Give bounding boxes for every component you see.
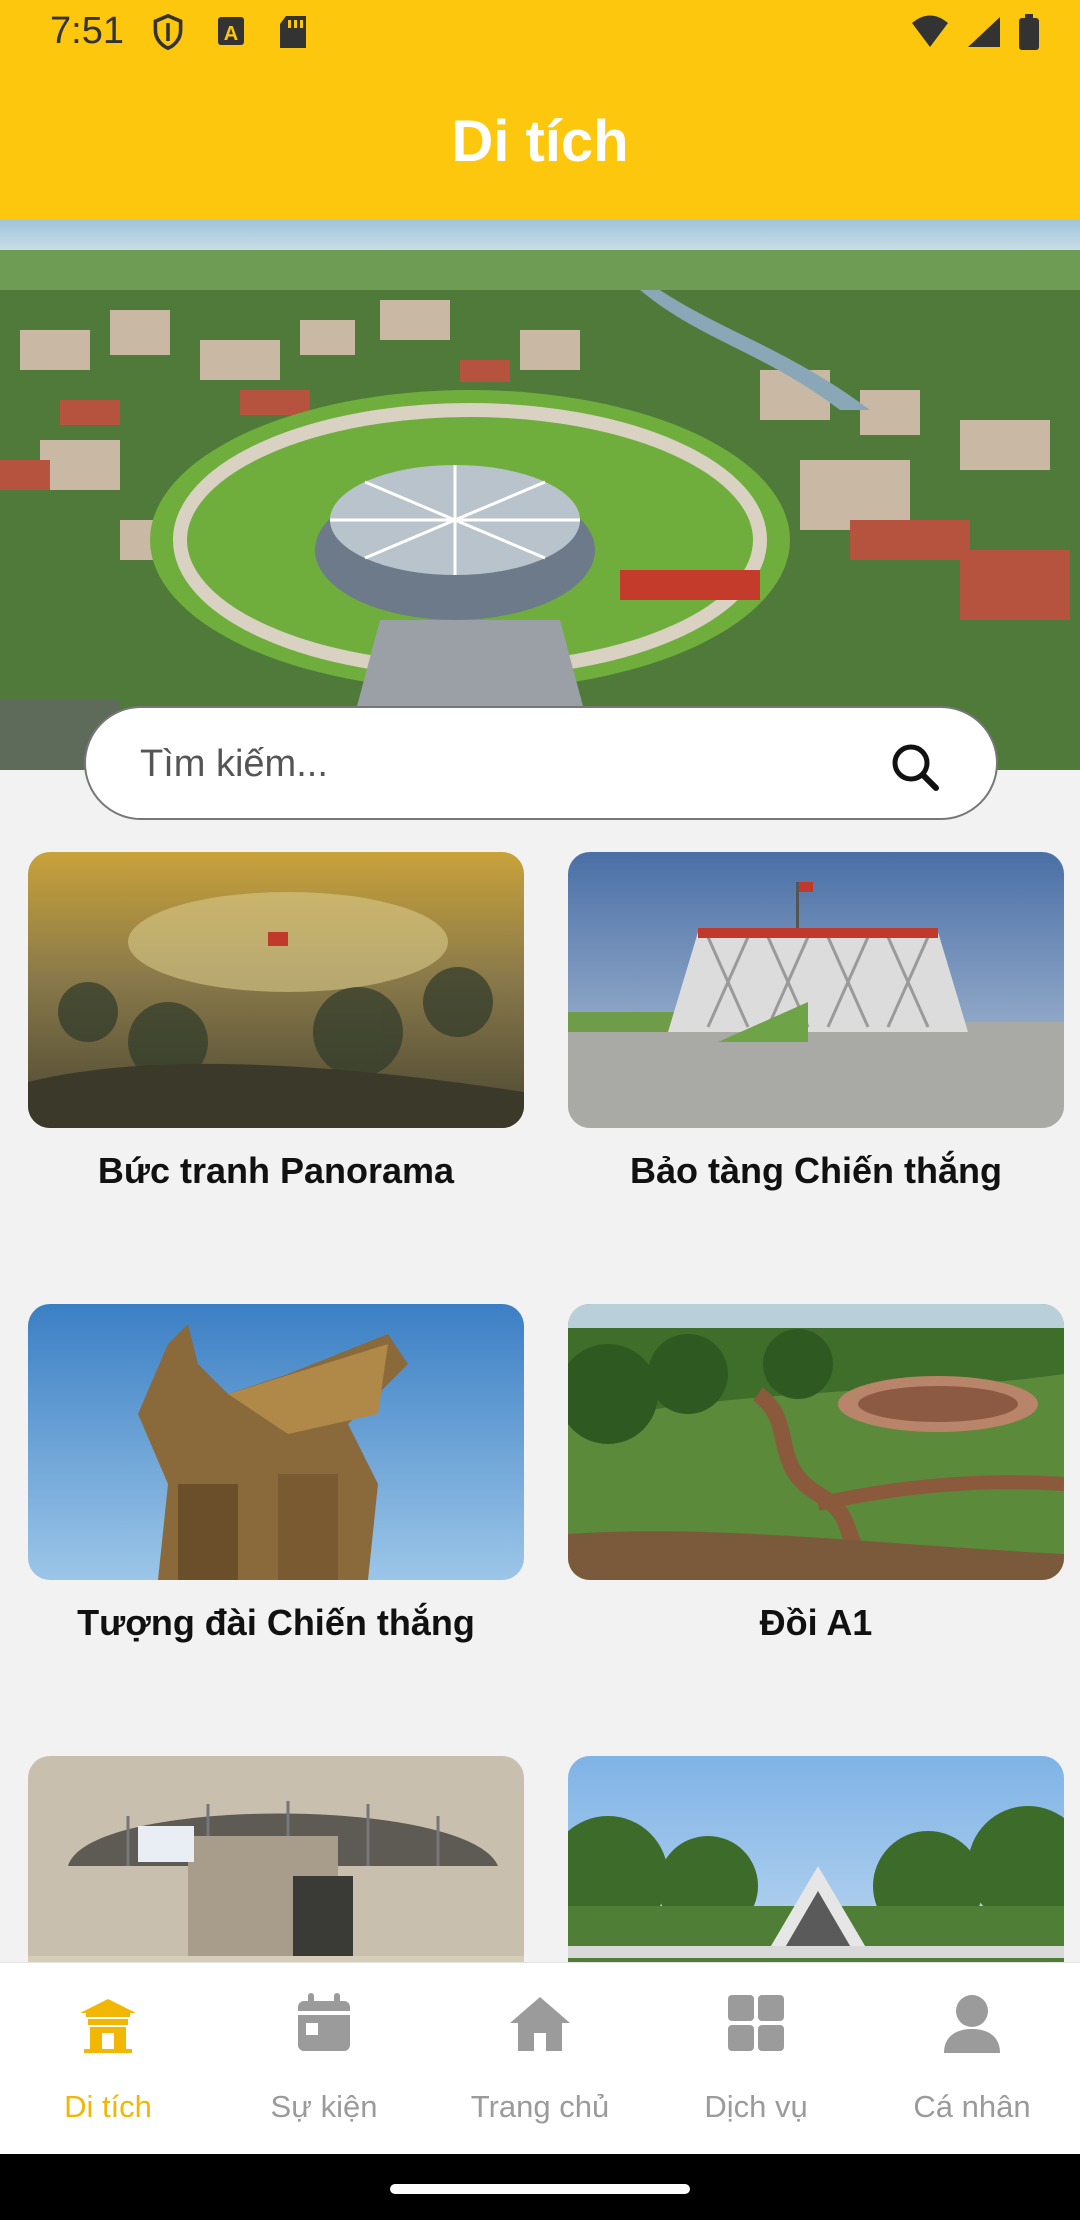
site-name: Đồi A1 (759, 1602, 873, 1643)
site-name: Bức tranh Panorama (97, 1150, 455, 1191)
temple-icon (80, 1999, 136, 2053)
signal-icon (968, 17, 1000, 47)
svg-text:A: A (224, 23, 238, 45)
wifi-icon (912, 15, 948, 47)
nav-label: Cá nhân (913, 2089, 1031, 2124)
home-icon (510, 1997, 570, 2051)
site-image (28, 1304, 524, 1580)
site-image (28, 852, 524, 1128)
site-card-monument[interactable]: Tượng đài Chiến thắng (28, 1304, 524, 1644)
bottom-nav: Di tích Sự kiện Trang chủ Dịch vụ Cá nhâ… (0, 1962, 1080, 2154)
site-image (568, 1304, 1064, 1580)
nav-item-trang-chu[interactable]: Trang chủ (432, 1963, 648, 2155)
nav-item-su-kien[interactable]: Sự kiện (216, 1963, 432, 2155)
sd-card-icon (280, 16, 306, 48)
site-card-museum[interactable]: Bảo tàng Chiến thắng (568, 852, 1064, 1192)
status-bar: 7:51 A (0, 0, 1080, 66)
site-name: Bảo tàng Chiến thắng (630, 1150, 1002, 1191)
page-title: Di tích (451, 109, 629, 174)
app-header: 7:51 A Di tích (0, 0, 1080, 220)
nav-item-di-tich[interactable]: Di tích (0, 1963, 216, 2155)
nav-item-dich-vu[interactable]: Dịch vụ (648, 1963, 864, 2155)
site-image (568, 852, 1064, 1128)
grid-icon (728, 1995, 784, 2051)
nav-label: Dịch vụ (704, 2089, 808, 2124)
shield-icon (153, 14, 183, 50)
system-nav-bar (0, 2154, 1080, 2220)
nav-item-ca-nhan[interactable]: Cá nhân (864, 1963, 1080, 2155)
site-name: Tượng đài Chiến thắng (77, 1602, 475, 1643)
search-bar[interactable] (84, 706, 998, 820)
nav-label: Trang chủ (470, 2089, 610, 2124)
site-card-panorama[interactable]: Bức tranh Panorama (28, 852, 524, 1192)
a-badge-icon: A (218, 17, 244, 45)
person-icon (944, 1995, 1000, 2053)
home-gesture-handle[interactable] (390, 2184, 690, 2194)
nav-label: Sự kiện (270, 2089, 378, 2124)
site-card-a1-hill[interactable]: Đồi A1 (568, 1304, 1064, 1644)
status-time: 7:51 (50, 10, 124, 52)
calendar-icon (298, 1993, 350, 2051)
nav-label: Di tích (64, 2089, 152, 2124)
search-icon[interactable] (890, 742, 940, 792)
search-input[interactable] (140, 734, 900, 794)
battery-icon (1019, 14, 1039, 50)
hero-image (0, 220, 1080, 770)
